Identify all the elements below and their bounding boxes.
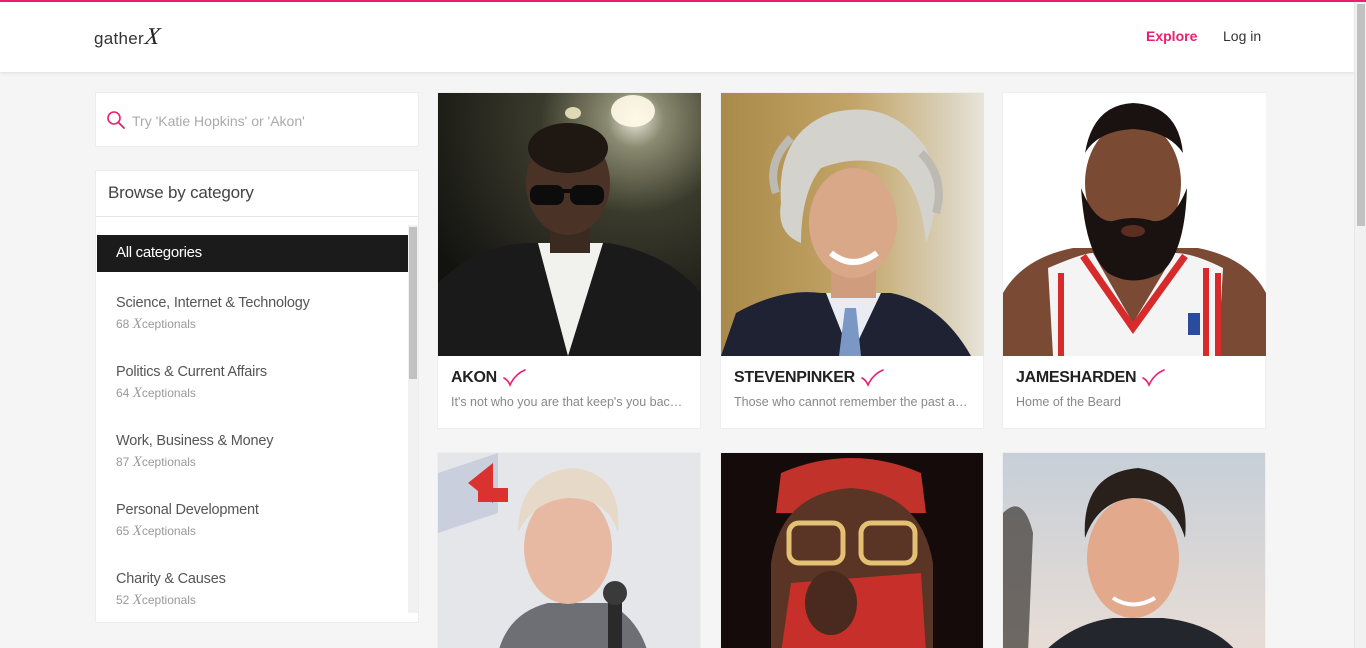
category-name: Personal Development [116, 502, 259, 518]
profile-name[interactable]: JAMESHARDEN [1016, 369, 1137, 387]
profile-bio: It's not who you are that keep's you bac… [451, 395, 687, 409]
page-scrollbar[interactable] [1354, 2, 1366, 648]
profile-card-jamesharden[interactable]: JAMESHARDEN Home of the Beard [1002, 92, 1266, 429]
nav-login-link[interactable]: Log in [1223, 28, 1261, 44]
category-item-work-business-money[interactable]: Work, Business & Money 87 Xceptionals [116, 433, 396, 471]
nav-explore-link[interactable]: Explore [1146, 28, 1197, 44]
profile-card-row2-1[interactable] [437, 452, 701, 648]
search-box [95, 92, 419, 147]
profile-name-row: STEVENPINKER [734, 369, 884, 387]
category-scrollbar-thumb[interactable] [409, 227, 417, 379]
category-name: Work, Business & Money [116, 433, 274, 449]
profile-name[interactable]: STEVENPINKER [734, 369, 855, 387]
category-item-charity-causes[interactable]: Charity & Causes 52 Xceptionals [116, 571, 396, 609]
profile-name-row: AKON [451, 369, 526, 387]
category-count: 65 Xceptionals [116, 523, 196, 539]
profile-bio: Home of the Beard [1016, 395, 1121, 409]
category-item-politics-current-affairs[interactable]: Politics & Current Affairs 64 Xceptional… [116, 364, 396, 402]
profile-card-akon[interactable]: AKON It's not who you are that keep's yo… [437, 92, 701, 429]
gatherx-logo[interactable]: gather X [94, 24, 162, 54]
profile-photo[interactable] [438, 453, 701, 648]
top-header: gather X Explore Log in [0, 2, 1354, 72]
check-icon [861, 369, 884, 387]
profile-name-row: JAMESHARDEN [1016, 369, 1166, 387]
category-item-all[interactable]: All categories [97, 235, 409, 272]
check-icon [1142, 369, 1166, 387]
profile-card-row2-3[interactable] [1002, 452, 1266, 648]
category-count: 87 Xceptionals [116, 454, 196, 470]
category-item-personal-development[interactable]: Personal Development 65 Xceptionals [116, 502, 396, 540]
category-name: Charity & Causes [116, 571, 226, 587]
check-icon [503, 369, 526, 387]
profile-bio: Those who cannot remember the past are c… [734, 395, 970, 409]
search-icon [107, 111, 125, 129]
profile-photo[interactable] [1003, 453, 1266, 648]
category-scrollbar[interactable] [408, 225, 418, 613]
category-count: 68 Xceptionals [116, 316, 196, 332]
page-scrollbar-thumb[interactable] [1357, 4, 1365, 226]
profile-photo[interactable] [721, 93, 984, 356]
category-panel: Browse by category All categories Scienc… [95, 170, 419, 623]
category-name: Science, Internet & Technology [116, 295, 310, 311]
profile-card-stevenpinker[interactable]: STEVENPINKER Those who cannot remember t… [720, 92, 984, 429]
logo-x-mark: X [143, 24, 162, 50]
category-name: Politics & Current Affairs [116, 364, 267, 380]
category-count: 64 Xceptionals [116, 385, 196, 401]
category-count: 52 Xceptionals [116, 592, 196, 608]
category-item-science-internet-technology[interactable]: Science, Internet & Technology 68 Xcepti… [116, 295, 396, 333]
category-divider [96, 216, 418, 217]
profile-card-row2-2[interactable] [720, 452, 984, 648]
profile-photo[interactable] [721, 453, 984, 648]
search-input[interactable] [132, 110, 402, 132]
logo-text: gather [94, 29, 145, 48]
category-panel-title: Browse by category [108, 183, 254, 202]
profile-photo[interactable] [1003, 93, 1266, 356]
profile-name[interactable]: AKON [451, 369, 497, 387]
profile-photo[interactable] [438, 93, 701, 356]
